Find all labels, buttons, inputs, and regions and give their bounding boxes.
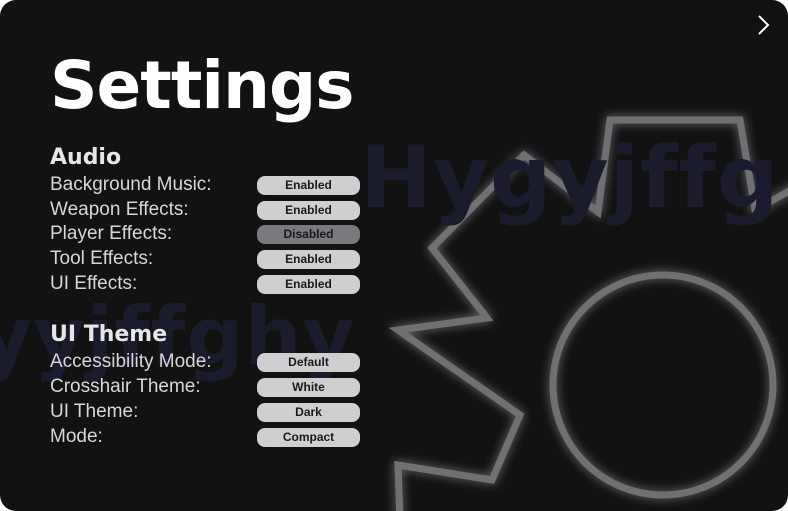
crosshair-theme-select[interactable]: White (257, 378, 360, 397)
setting-row-crosshair-theme: Crosshair Theme: White (50, 375, 370, 399)
setting-row-ui-theme: UI Theme: Dark (50, 400, 370, 424)
setting-row-player-effects: Player Effects: Disabled (50, 222, 370, 246)
weapon-effects-toggle[interactable]: Enabled (257, 201, 360, 220)
settings-panel: Hygyjffg yyjffghy Settings Audio Backgro… (0, 0, 788, 511)
mode-select[interactable]: Compact (257, 428, 360, 447)
setting-row-weapon-effects: Weapon Effects: Enabled (50, 198, 370, 222)
setting-label: UI Theme: (50, 401, 139, 422)
setting-row-background-music: Background Music: Enabled (50, 173, 370, 197)
chevron-right-icon[interactable] (754, 12, 774, 38)
setting-row-tool-effects: Tool Effects: Enabled (50, 247, 370, 271)
setting-label: Crosshair Theme: (50, 376, 201, 397)
setting-label: Mode: (50, 426, 103, 447)
setting-label: Tool Effects: (50, 248, 154, 269)
setting-label: Accessibility Mode: (50, 351, 212, 372)
setting-row-accessibility-mode: Accessibility Mode: Default (50, 350, 370, 374)
setting-label: Weapon Effects: (50, 199, 189, 220)
ui-theme-select[interactable]: Dark (257, 403, 360, 422)
setting-label: UI Effects: (50, 273, 138, 294)
player-effects-toggle[interactable]: Disabled (257, 225, 360, 244)
background-music-toggle[interactable]: Enabled (257, 176, 360, 195)
page-title: Settings (50, 47, 355, 124)
accessibility-mode-select[interactable]: Default (257, 353, 360, 372)
setting-row-mode: Mode: Compact (50, 425, 370, 449)
setting-label: Player Effects: (50, 223, 173, 244)
setting-label: Background Music: (50, 174, 212, 195)
setting-row-ui-effects: UI Effects: Enabled (50, 272, 370, 296)
audio-heading: Audio (50, 145, 122, 170)
ui-effects-toggle[interactable]: Enabled (257, 275, 360, 294)
watermark-text: Hygyjffg (360, 128, 780, 228)
tool-effects-toggle[interactable]: Enabled (257, 250, 360, 269)
ui-theme-heading: UI Theme (50, 322, 168, 347)
